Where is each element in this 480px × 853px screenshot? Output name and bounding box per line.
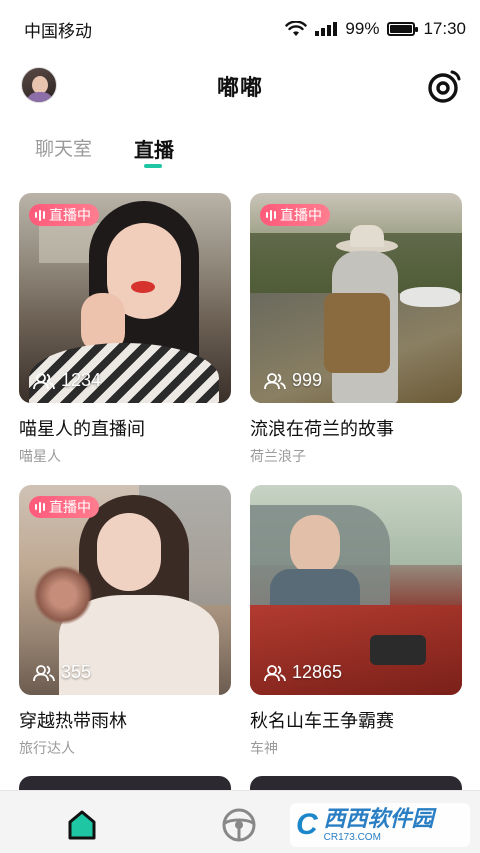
viewer-count: 12865	[264, 662, 342, 683]
room-host: 喵星人	[19, 448, 61, 464]
live-camera-icon[interactable]	[426, 69, 462, 105]
battery-icon	[387, 22, 419, 36]
room-title: 喵星人的直播间	[19, 419, 145, 439]
sound-wave-icon	[35, 501, 45, 513]
battery-percent: 99%	[345, 19, 380, 38]
room-host: 荷兰浪子	[250, 448, 306, 464]
status-indicators: 99% 17:30	[285, 19, 466, 39]
room-title: 秋名山车王争霸赛	[250, 711, 394, 731]
live-badge-label: 直播中	[49, 499, 91, 515]
watermark-text: 西西软件园	[323, 805, 434, 831]
watermark-subtext: CR173.COM	[323, 831, 381, 843]
room-cover-image: 直播中 999	[250, 193, 462, 403]
user-avatar[interactable]	[21, 67, 57, 103]
viewer-count-value: 1234	[61, 370, 102, 390]
live-room-card[interactable]: 直播中 355 穿越热带雨林 旅行达人	[19, 485, 231, 758]
live-badge-label: 直播中	[49, 207, 91, 223]
live-badge: 直播中	[260, 204, 330, 226]
tab-chatroom[interactable]: 聊天室	[35, 134, 92, 161]
sound-wave-icon	[266, 209, 276, 221]
clock: 17:30	[423, 19, 466, 38]
users-icon	[264, 664, 286, 681]
status-bar: 中国移动 99% 17:30	[0, 0, 480, 58]
room-cover-image: 12865	[250, 485, 462, 695]
carrier-name: 中国移动	[24, 21, 92, 41]
live-badge: 直播中	[29, 204, 99, 226]
users-icon	[264, 372, 286, 389]
page-title: 嘟嘟	[216, 75, 263, 100]
viewer-count: 1234	[33, 370, 101, 391]
room-cover-image: 直播中 1234	[19, 193, 231, 403]
active-tab-indicator	[144, 164, 162, 168]
live-room-card[interactable]: 12865 秋名山车王争霸赛 车神	[250, 485, 462, 758]
tab-live[interactable]: 直播	[134, 134, 174, 163]
wifi-icon	[285, 21, 308, 36]
room-host: 车神	[250, 740, 278, 756]
steering-wheel-icon[interactable]	[221, 807, 257, 843]
home-icon[interactable]	[64, 807, 100, 843]
room-title: 穿越热带雨林	[19, 711, 127, 731]
bottom-nav: C 西西软件园 CR173.COM	[0, 790, 480, 853]
viewer-count-value: 999	[292, 370, 323, 390]
live-room-card[interactable]: 直播中 1234 喵星人的直播间 喵星人	[19, 193, 231, 466]
viewer-count-value: 355	[61, 662, 92, 682]
room-cover-image: 直播中 355	[19, 485, 231, 695]
viewer-count: 999	[264, 370, 322, 391]
room-host: 旅行达人	[19, 740, 75, 756]
users-icon	[33, 664, 55, 681]
live-badge: 直播中	[29, 496, 99, 518]
viewer-count-value: 12865	[292, 662, 343, 682]
users-icon	[33, 372, 55, 389]
live-badge-label: 直播中	[280, 207, 322, 223]
app-header: 嘟嘟	[0, 60, 480, 112]
category-tabs: 聊天室 直播	[0, 130, 480, 172]
watermark-logo: C 西西软件园 CR173.COM	[290, 803, 470, 847]
signal-icon	[315, 22, 338, 36]
watermark-icon: C	[296, 808, 318, 841]
live-room-card[interactable]: 直播中 999 流浪在荷兰的故事 荷兰浪子	[250, 193, 462, 466]
viewer-count: 355	[33, 662, 91, 683]
room-title: 流浪在荷兰的故事	[250, 419, 394, 439]
sound-wave-icon	[35, 209, 45, 221]
